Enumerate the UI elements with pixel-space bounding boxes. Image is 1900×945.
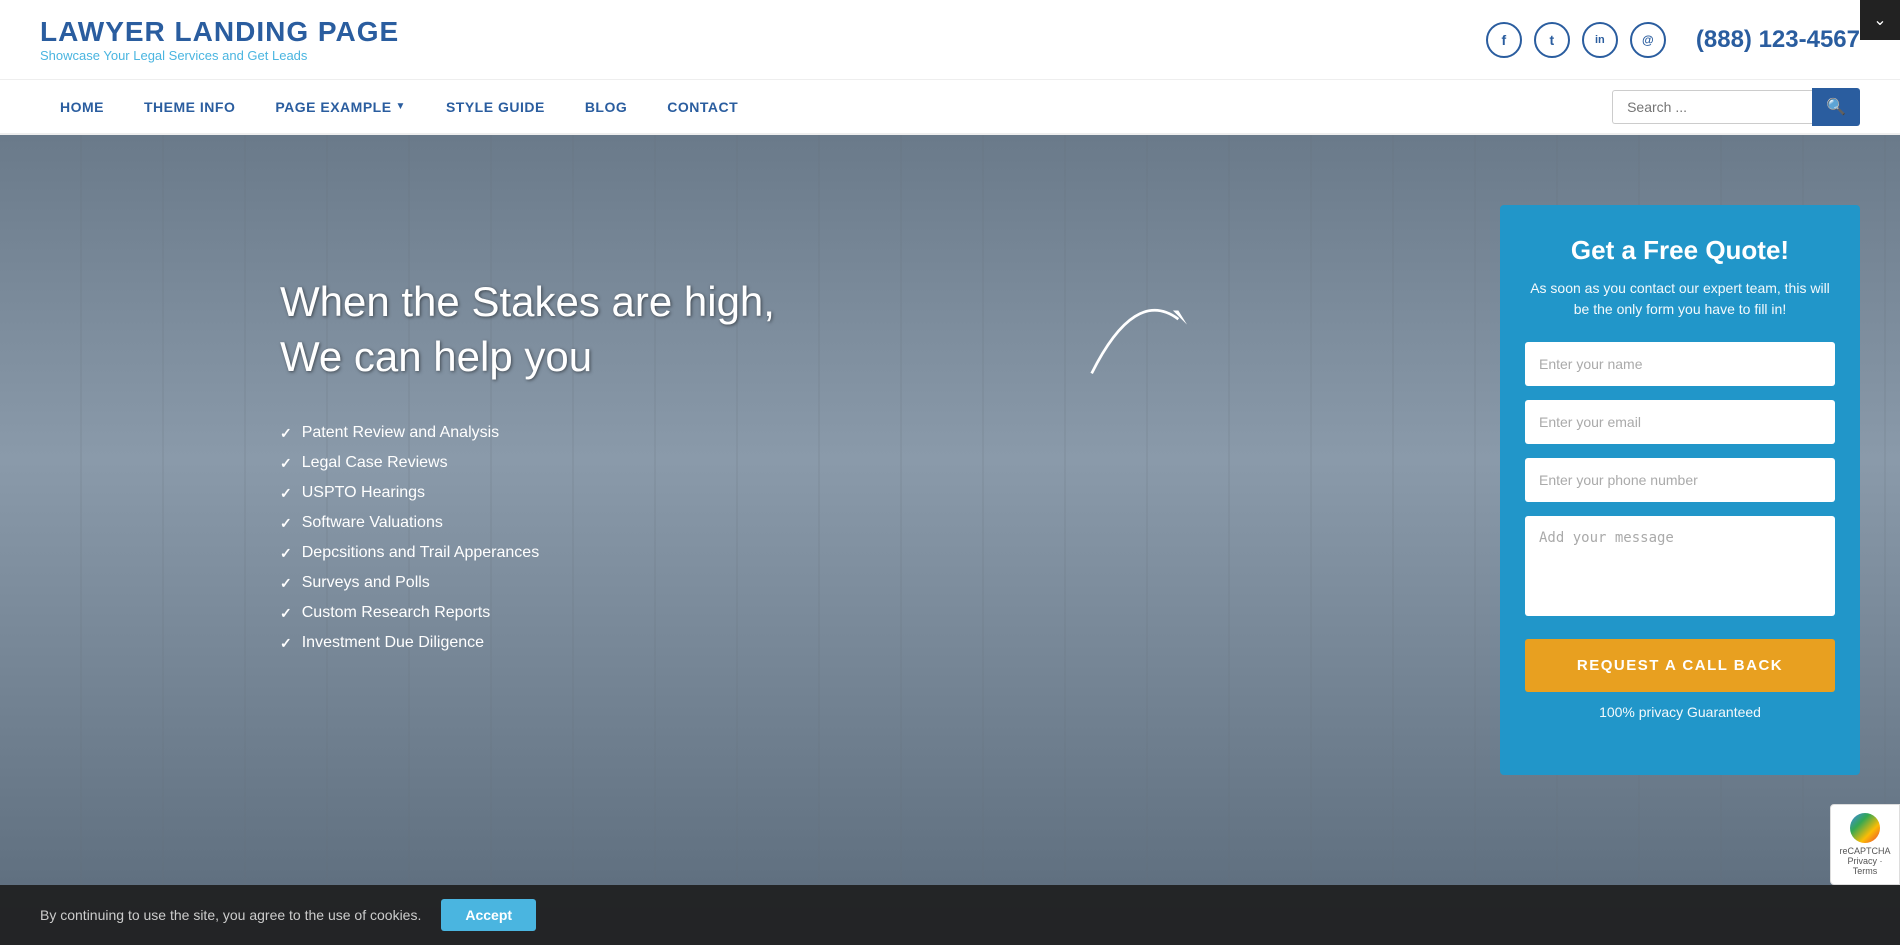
email-field[interactable] <box>1525 400 1835 444</box>
nav-item-blog[interactable]: BLOG <box>565 83 647 131</box>
twitter-icon[interactable]: t <box>1534 22 1570 58</box>
dropdown-arrow-icon: ▼ <box>396 101 406 112</box>
nav-links: HOME THEME INFO PAGE EXAMPLE ▼ STYLE GUI… <box>40 83 758 131</box>
form-title: Get a Free Quote! <box>1525 235 1835 266</box>
form-description: As soon as you contact our expert team, … <box>1525 278 1835 320</box>
hero-arrow-decoration <box>1070 265 1200 395</box>
hero-content: When the Stakes are high,We can help you… <box>0 135 1900 945</box>
linkedin-icon[interactable]: in <box>1582 22 1618 58</box>
top-right: f t in @ (888) 123-4567 <box>1486 22 1860 58</box>
list-item: Patent Review and Analysis <box>280 424 1440 442</box>
list-item: Depcsitions and Trail Apperances <box>280 544 1440 562</box>
cookie-message: By continuing to use the site, you agree… <box>40 907 421 923</box>
search-input[interactable] <box>1612 90 1812 124</box>
brand-subtitle: Showcase Your Legal Services and Get Lea… <box>40 48 399 63</box>
nav-item-home[interactable]: HOME <box>40 83 124 131</box>
nav-search: 🔍 <box>1612 88 1860 126</box>
list-item: Custom Research Reports <box>280 604 1440 622</box>
search-button[interactable]: 🔍 <box>1812 88 1860 126</box>
list-item: Surveys and Polls <box>280 574 1440 592</box>
quote-form: Get a Free Quote! As soon as you contact… <box>1500 205 1860 775</box>
top-bar: LAWYER LANDING PAGE Showcase Your Legal … <box>0 0 1900 80</box>
nav-item-page-example[interactable]: PAGE EXAMPLE ▼ <box>255 83 426 131</box>
name-field[interactable] <box>1525 342 1835 386</box>
brand-title: LAWYER LANDING PAGE <box>40 16 399 48</box>
submit-button[interactable]: REQUEST A CALL BACK <box>1525 639 1835 692</box>
message-field[interactable] <box>1525 516 1835 616</box>
hero-section: When the Stakes are high,We can help you… <box>0 135 1900 945</box>
chevron-down-icon: ⌄ <box>1873 10 1886 30</box>
recaptcha-logo <box>1850 813 1880 843</box>
nav-item-contact[interactable]: CONTACT <box>647 83 758 131</box>
list-item: Legal Case Reviews <box>280 454 1440 472</box>
hero-left: When the Stakes are high,We can help you… <box>280 195 1440 652</box>
recaptcha-badge: reCAPTCHAPrivacy · Terms <box>1830 804 1900 885</box>
privacy-text: 100% privacy Guaranteed <box>1525 702 1835 723</box>
cookie-banner: By continuing to use the site, you agree… <box>0 885 1900 945</box>
hero-headline: When the Stakes are high,We can help you <box>280 275 1440 384</box>
search-icon: 🔍 <box>1826 99 1846 116</box>
social-icons: f t in @ <box>1486 22 1666 58</box>
instagram-icon[interactable]: @ <box>1630 22 1666 58</box>
nav-bar: HOME THEME INFO PAGE EXAMPLE ▼ STYLE GUI… <box>0 80 1900 135</box>
hero-list: Patent Review and Analysis Legal Case Re… <box>280 424 1440 652</box>
brand: LAWYER LANDING PAGE Showcase Your Legal … <box>40 16 399 63</box>
list-item: USPTO Hearings <box>280 484 1440 502</box>
nav-item-style-guide[interactable]: STYLE GUIDE <box>426 83 565 131</box>
sidebar-toggle[interactable]: ⌄ <box>1860 0 1900 40</box>
cookie-accept-button[interactable]: Accept <box>441 899 536 931</box>
list-item: Software Valuations <box>280 514 1440 532</box>
recaptcha-text: reCAPTCHAPrivacy · Terms <box>1840 846 1891 876</box>
nav-item-theme-info[interactable]: THEME INFO <box>124 83 255 131</box>
phone-number: (888) 123-4567 <box>1696 26 1860 54</box>
facebook-icon[interactable]: f <box>1486 22 1522 58</box>
phone-field[interactable] <box>1525 458 1835 502</box>
list-item: Investment Due Diligence <box>280 634 1440 652</box>
